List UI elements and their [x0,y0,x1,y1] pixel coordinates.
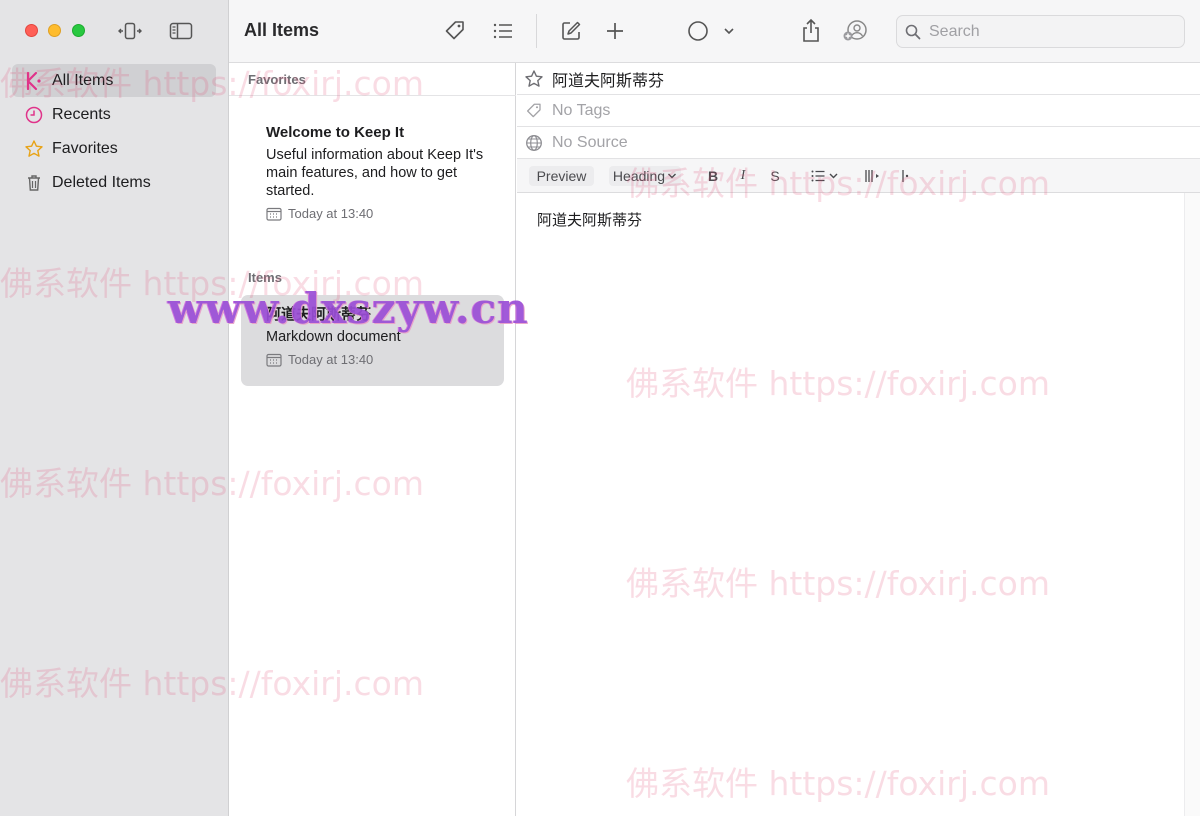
title-row[interactable]: 阿道夫阿斯蒂芬 [517,63,1200,95]
search-field[interactable] [896,15,1185,48]
sidebar-item-all-items[interactable]: All Items [12,64,216,97]
close-window-button[interactable] [25,24,38,37]
heading-label: Heading [612,168,666,184]
sidebar-list: All Items Recents Favorites Deleted Item… [12,64,216,200]
sidebar-item-favorites[interactable]: Favorites [12,132,216,165]
tags-field[interactable]: No Tags [552,102,610,120]
item-description: Useful information about Keep It's main … [266,147,484,199]
toolbar-divider [536,14,537,48]
item-description: Markdown document [266,329,401,345]
item-list: Favorites Welcome to Keep It Useful info… [229,63,516,816]
calendar-icon [266,207,282,221]
sidebar-item-label: Deleted Items [52,173,151,191]
item-date-text: Today at 13:40 [288,352,374,367]
item-title: Welcome to Keep It [266,124,405,141]
italic-button[interactable]: I [733,166,753,186]
panel-toggle-icon[interactable] [116,18,144,44]
table-insert-icon[interactable] [861,166,885,186]
editor-scrollbar[interactable] [1184,193,1200,816]
add-icon[interactable] [600,17,630,45]
list-view-icon[interactable] [488,17,518,45]
preview-button[interactable]: Preview [529,166,594,186]
list-icon [811,170,838,182]
sidebar-item-recents[interactable]: Recents [12,98,216,131]
items-section-header: Items [248,270,282,285]
list-format-dropdown[interactable] [808,166,842,186]
source-row[interactable]: No Source [517,127,1200,159]
circle-status-icon[interactable] [683,17,713,45]
sidebar-item-label: Favorites [52,139,118,157]
compose-icon[interactable] [556,17,586,45]
item-title: 阿道夫阿斯蒂芬 [266,306,372,323]
page-title: All Items [244,20,320,40]
keep-it-icon [24,71,44,91]
document-body[interactable]: 阿道夫阿斯蒂芬 [537,209,642,230]
trash-icon [24,173,44,193]
list-item[interactable]: 阿道夫阿斯蒂芬 Markdown document Today at 13:40 [241,295,504,386]
favorites-section-header: Favorites [248,72,306,87]
strikethrough-button[interactable]: S [765,166,785,186]
tags-row[interactable]: No Tags [517,95,1200,127]
sidebar-item-label: Recents [52,105,111,123]
source-field[interactable]: No Source [552,134,628,152]
format-toolbar: Preview Heading B I S [517,159,1200,193]
sidebar-item-deleted-items[interactable]: Deleted Items [12,166,216,199]
sidebar-toggle-icon[interactable] [167,18,195,44]
item-date-text: Today at 13:40 [288,206,374,221]
minimize-window-button[interactable] [48,24,61,37]
item-date: Today at 13:40 [266,352,492,367]
share-icon[interactable] [796,17,826,45]
heading-dropdown[interactable]: Heading [609,166,681,186]
collaborate-icon[interactable] [840,17,870,45]
section-divider [229,95,516,96]
search-icon [905,24,921,40]
insert-link-icon[interactable] [895,166,919,186]
sidebar: All Items Recents Favorites Deleted Item… [0,0,229,816]
chevron-down-icon[interactable] [719,17,739,45]
globe-icon [524,133,544,153]
document-title[interactable]: 阿道夫阿斯蒂芬 [552,67,664,91]
tag-icon[interactable] [440,17,470,45]
tag-icon [524,101,544,121]
star-icon[interactable] [524,69,544,89]
search-input[interactable] [929,22,1169,41]
list-item[interactable]: Welcome to Keep It Useful information ab… [241,113,504,229]
chevron-down-icon [668,173,677,179]
toolbar: All Items [229,0,1200,63]
calendar-icon [266,353,282,367]
bold-button[interactable]: B [703,166,723,186]
zoom-window-button[interactable] [72,24,85,37]
clock-icon [24,105,44,125]
item-date: Today at 13:40 [266,206,492,221]
sidebar-item-label: All Items [52,71,114,89]
star-icon [24,139,44,159]
editor-pane: 阿道夫阿斯蒂芬 No Tags No Source Preview Headin… [517,63,1200,816]
